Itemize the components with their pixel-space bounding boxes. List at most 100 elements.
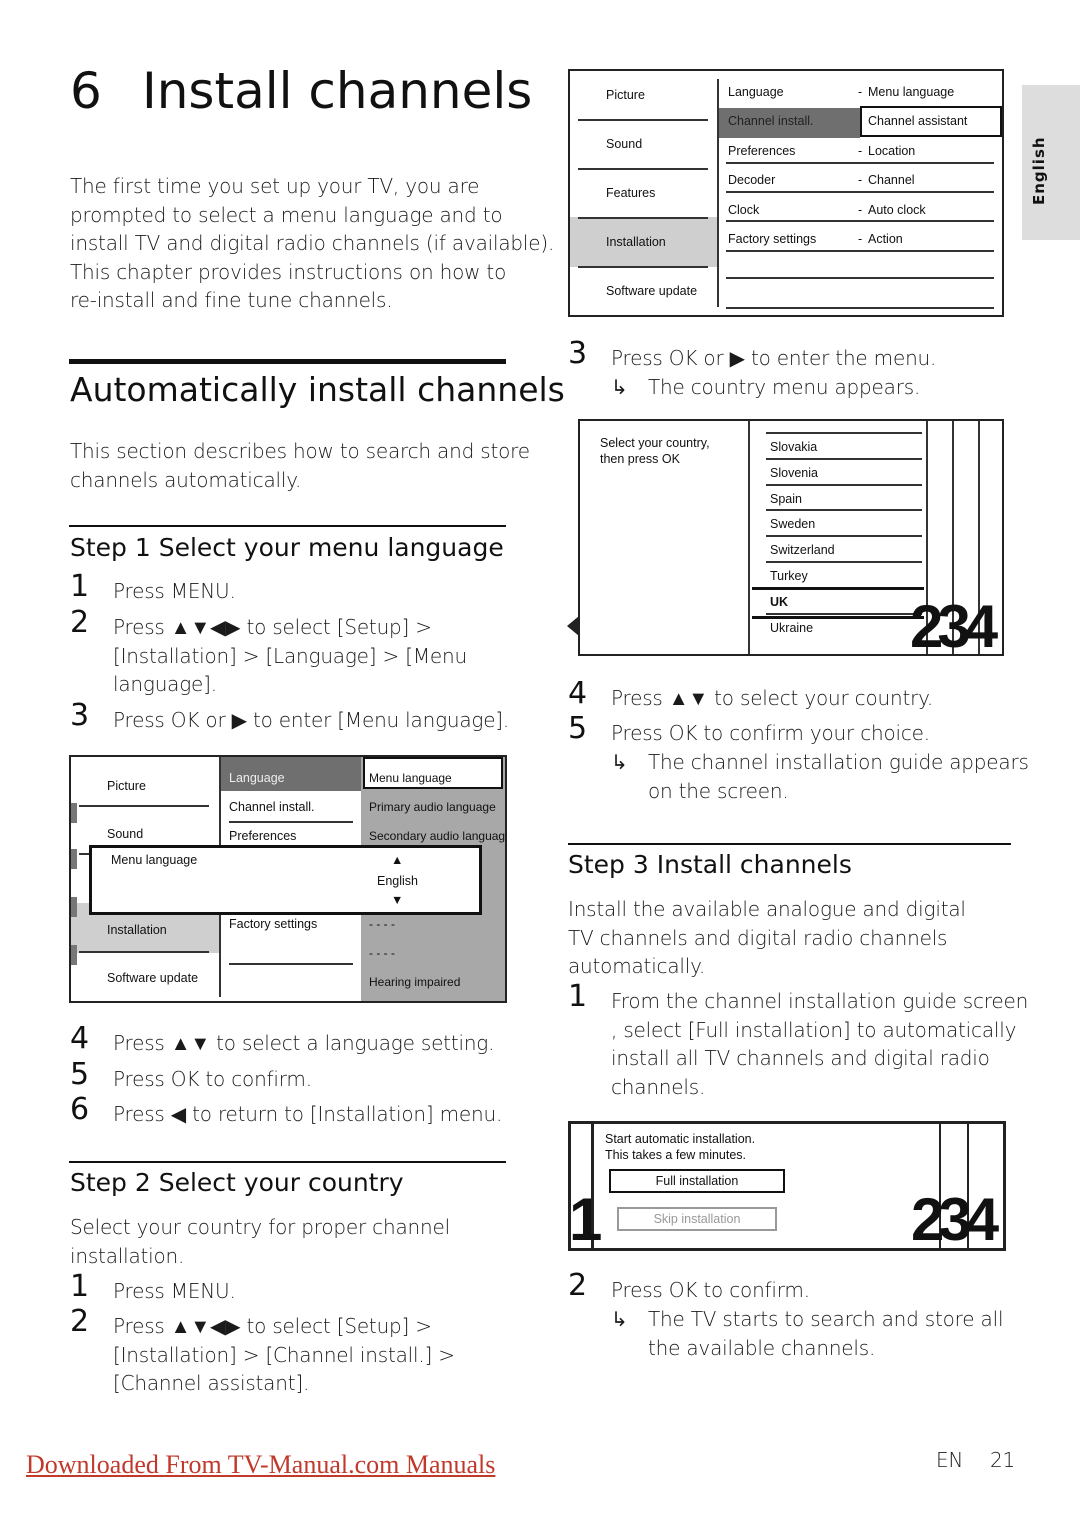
step-number: 4 xyxy=(568,676,588,711)
step-number: 1 xyxy=(70,569,90,604)
step-number: 3 xyxy=(70,698,90,733)
text-line: prompted to select a menu language and t… xyxy=(70,202,503,227)
download-link[interactable]: Downloaded From TV-Manual.com Manuals xyxy=(26,1450,495,1480)
submenu-item[interactable]: Factory settings xyxy=(728,232,816,246)
result-arrow-icon: ↳ xyxy=(611,375,628,399)
full-installation-button[interactable]: Full installation xyxy=(609,1169,785,1193)
divider xyxy=(69,525,506,527)
menu-item[interactable]: Sound xyxy=(107,827,143,841)
country-item[interactable]: Slovakia xyxy=(770,440,817,454)
step-text: Press OK to confirm your choice. xyxy=(611,721,930,745)
section-desc: This section describes how to search and… xyxy=(70,437,530,494)
divider xyxy=(568,843,1011,845)
dash: - xyxy=(858,202,863,217)
separator xyxy=(578,119,708,121)
text-line: automatically. xyxy=(568,954,706,978)
menu-item[interactable]: Software update xyxy=(606,284,697,298)
section-title: Automatically install channels xyxy=(70,370,565,409)
step-text: Press OK or ▶ to enter [Menu language]. xyxy=(113,708,510,732)
menu-icon xyxy=(71,897,77,917)
menu-item[interactable]: Sound xyxy=(606,137,642,151)
arrow-down-icon: ▼ xyxy=(391,893,404,907)
popup-value[interactable]: English xyxy=(377,874,418,888)
menu-item[interactable]: Picture xyxy=(606,88,645,102)
country-item[interactable]: Turkey xyxy=(770,569,808,583)
result-text: The channel installation guide appears xyxy=(648,750,1029,774)
submenu-item[interactable]: Factory settings xyxy=(229,917,317,931)
option-item[interactable]: Action xyxy=(868,232,903,246)
separator xyxy=(726,307,994,309)
submenu-item[interactable]: Channel install. xyxy=(728,114,813,128)
option-item[interactable]: Channel assistant xyxy=(868,114,967,128)
language-tab: English xyxy=(1022,85,1080,240)
option-item[interactable]: Channel xyxy=(868,173,915,187)
step-text: Press MENU. xyxy=(113,579,236,603)
step-text: install all TV channels and digital radi… xyxy=(611,1046,990,1070)
arrow-left-icon xyxy=(567,616,579,636)
install-text: Start automatic installation. This takes … xyxy=(605,1131,755,1163)
step-number: 1 xyxy=(70,1269,90,1304)
step-text: , select [Full installation] to automati… xyxy=(611,1017,1017,1042)
result-text: the available channels. xyxy=(648,1335,876,1360)
step-number: 3 xyxy=(568,336,588,371)
menu-item[interactable]: Software update xyxy=(107,971,198,985)
country-screenshot: Select your country, then press OK Slovak… xyxy=(578,419,1004,656)
text-line: Select your country, xyxy=(600,436,710,450)
separator xyxy=(726,277,994,279)
menu-item[interactable]: Features xyxy=(606,186,655,200)
dash: - xyxy=(858,173,863,188)
submenu-item[interactable]: Clock xyxy=(728,203,759,217)
option-item[interactable]: Menu language xyxy=(868,85,954,99)
submenu-item[interactable]: Preferences xyxy=(728,144,795,158)
country-prompt: Select your country, then press OK xyxy=(600,435,710,467)
skip-installation-button[interactable]: Skip installation xyxy=(617,1207,777,1231)
country-item[interactable]: Slovenia xyxy=(770,466,818,480)
divider xyxy=(69,359,506,364)
step-text: From the channel installation guide scre… xyxy=(611,989,1029,1013)
selection-border xyxy=(752,616,924,619)
step-text: language]. xyxy=(113,672,217,696)
text-line: install TV and digital radio channels (i… xyxy=(70,231,555,255)
menu-language-screenshot: Picture Sound Installation Software update L… xyxy=(69,755,507,1003)
text-line: This section describes how to search and… xyxy=(70,439,530,463)
menu-icon xyxy=(71,849,77,869)
option-item[interactable]: Hearing impaired xyxy=(369,975,460,989)
country-item[interactable]: Spain xyxy=(770,492,802,506)
country-item[interactable]: UK xyxy=(770,595,788,609)
step-text: Press ▲▼ to select a language setting. xyxy=(113,1031,495,1055)
country-item[interactable]: Sweden xyxy=(770,517,815,531)
separator xyxy=(766,432,922,434)
country-item[interactable]: Ukraine xyxy=(770,621,813,635)
submenu-item[interactable]: Language xyxy=(728,85,784,99)
submenu-item[interactable]: Preferences xyxy=(229,829,296,843)
option-item[interactable]: Auto clock xyxy=(868,203,926,217)
option-item[interactable]: Location xyxy=(868,144,915,158)
separator xyxy=(726,250,994,252)
separator xyxy=(726,220,994,222)
step-text: Press OK or ▶ to enter the menu. xyxy=(611,346,937,370)
text-line: re-install and fine tune channels. xyxy=(70,288,393,312)
menu-item[interactable]: Installation xyxy=(107,923,167,937)
option-item[interactable]: - - - - xyxy=(369,917,395,931)
step-text: [Installation] > [Channel install.] > xyxy=(113,1342,455,1367)
separator xyxy=(766,535,922,538)
text-line: Select your country for proper channel xyxy=(70,1215,450,1239)
submenu-item[interactable]: Channel install. xyxy=(229,800,314,814)
option-item[interactable]: Menu language xyxy=(369,771,452,785)
step-number: 6 xyxy=(70,1092,90,1127)
country-item[interactable]: Switzerland xyxy=(770,543,835,557)
step2-title: Step 2 Select your country xyxy=(70,1168,404,1197)
result-text: The country menu appears. xyxy=(648,375,921,399)
option-item[interactable]: Primary audio language xyxy=(369,800,496,814)
submenu-item[interactable]: Decoder xyxy=(728,173,775,187)
text-line: The first time you set up your TV, you a… xyxy=(70,174,480,198)
option-item[interactable]: - - - - xyxy=(369,946,395,960)
option-item[interactable]: Secondary audio language xyxy=(369,829,505,843)
submenu-item[interactable]: Language xyxy=(229,771,285,785)
separator xyxy=(766,561,922,563)
menu-item[interactable]: Installation xyxy=(606,235,666,249)
menu-item[interactable]: Picture xyxy=(107,779,146,793)
result-text: on the screen. xyxy=(648,778,789,803)
step1-title: Step 1 Select your menu language xyxy=(70,533,504,562)
menu-icon xyxy=(71,945,77,965)
